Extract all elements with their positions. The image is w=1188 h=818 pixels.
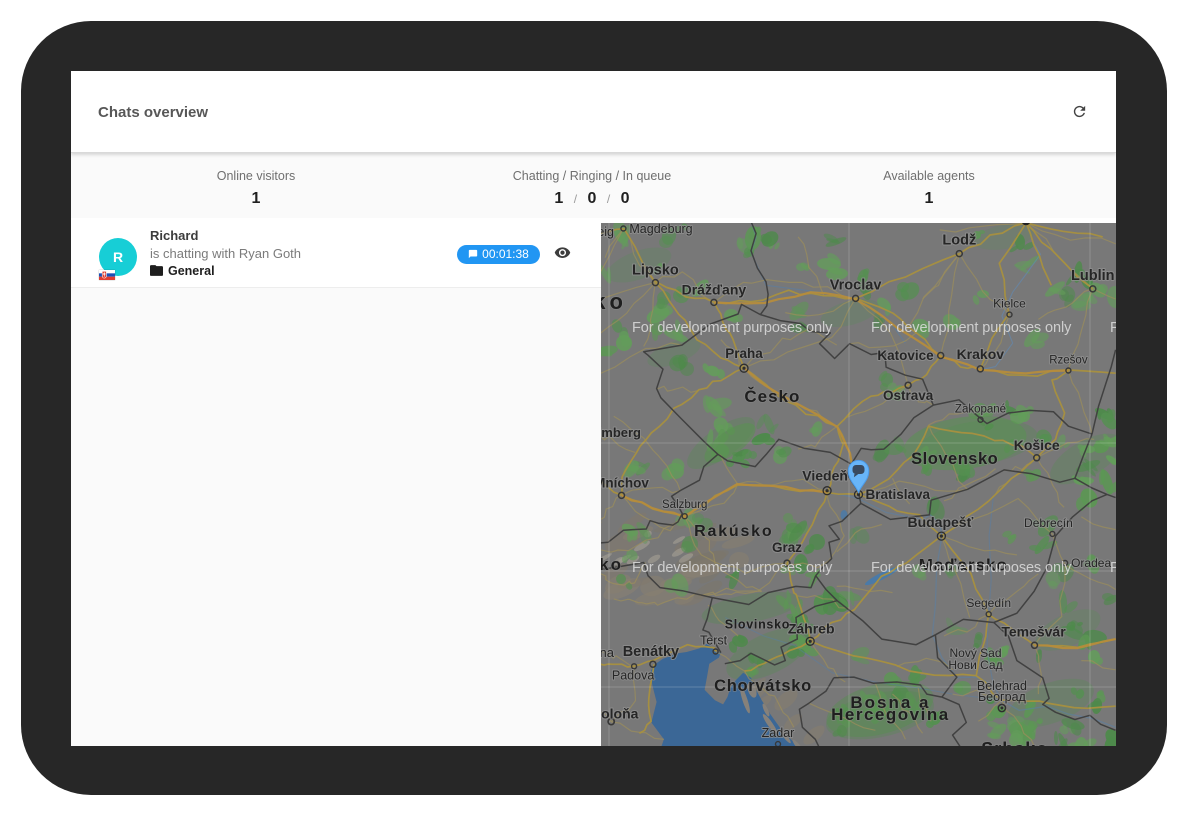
svg-text:Chorvátsko: Chorvátsko [714, 677, 812, 695]
svg-text:Graz: Graz [772, 540, 802, 555]
svg-text:Segedín: Segedín [966, 596, 1011, 610]
svg-text:Nemecko: Nemecko [601, 289, 627, 314]
svg-text:Ostrava: Ostrava [883, 388, 934, 403]
svg-text:Krakov: Krakov [957, 346, 1005, 362]
svg-text:Budapešť: Budapešť [907, 514, 973, 530]
svg-text:Záhreb: Záhreb [788, 620, 835, 636]
svg-text:Mníchov: Mníchov [601, 475, 649, 490]
svg-text:eig: eig [601, 225, 614, 239]
svg-text:Zadar: Zadar [762, 726, 795, 740]
svg-text:Београд: Београд [978, 690, 1027, 704]
svg-text:Slovensko: Slovensko [911, 450, 998, 468]
svg-text:Debrecín: Debrecín [1024, 516, 1073, 530]
svg-text:Norimberg: Norimberg [601, 425, 641, 440]
svg-text:Temešvár: Temešvár [1001, 623, 1066, 639]
svg-text:Viedeň: Viedeň [802, 468, 848, 484]
svg-text:Švajčiarsko: Švajčiarsko [601, 555, 623, 574]
svg-text:Terst: Terst [700, 634, 728, 648]
svg-text:For development purposes only: For development purposes only [632, 320, 833, 336]
svg-text:Boloňa: Boloňa [601, 706, 639, 722]
svg-text:Lodž: Lodž [942, 233, 976, 249]
svg-text:Srbsko: Srbsko [981, 739, 1048, 746]
svg-text:Padova: Padova [612, 668, 654, 682]
svg-text:Bratislava: Bratislava [866, 487, 931, 502]
svg-text:Rakúsko: Rakúsko [694, 523, 773, 540]
svg-text:Košice: Košice [1014, 437, 1060, 453]
svg-text:Benátky: Benátky [623, 644, 679, 660]
svg-text:Zakopané: Zakopané [955, 404, 1006, 416]
svg-text:Česko: Česko [744, 387, 800, 406]
svg-text:Lipsko: Lipsko [632, 263, 679, 279]
svg-text:For development purposes only: For development purposes only [632, 560, 833, 576]
svg-text:Lublin: Lublin [1071, 268, 1115, 284]
svg-text:Vroclav: Vroclav [830, 277, 882, 293]
svg-text:For development purposes only: For development purposes only [1110, 320, 1116, 336]
svg-text:Oradea: Oradea [1071, 556, 1111, 570]
svg-text:For development purposes only: For development purposes only [1110, 560, 1116, 576]
svg-text:Нови Сад: Нови Сад [948, 658, 1002, 672]
svg-text:Praha: Praha [725, 346, 763, 361]
svg-text:Rzešov: Rzešov [1049, 355, 1088, 367]
svg-text:For development purposes only: For development purposes only [871, 320, 1072, 336]
svg-text:Drážďany: Drážďany [682, 281, 747, 297]
svg-text:Kielce: Kielce [993, 297, 1026, 311]
svg-text:Katovice: Katovice [877, 348, 934, 363]
svg-text:Hercegovina: Hercegovina [831, 705, 950, 724]
svg-text:For development purposes only: For development purposes only [871, 560, 1072, 576]
svg-text:Verona: Verona [601, 645, 615, 660]
svg-text:Magdeburg: Magdeburg [629, 223, 692, 236]
svg-text:Salzburg: Salzburg [662, 499, 707, 511]
svg-text:Slovinsko: Slovinsko [725, 618, 790, 632]
